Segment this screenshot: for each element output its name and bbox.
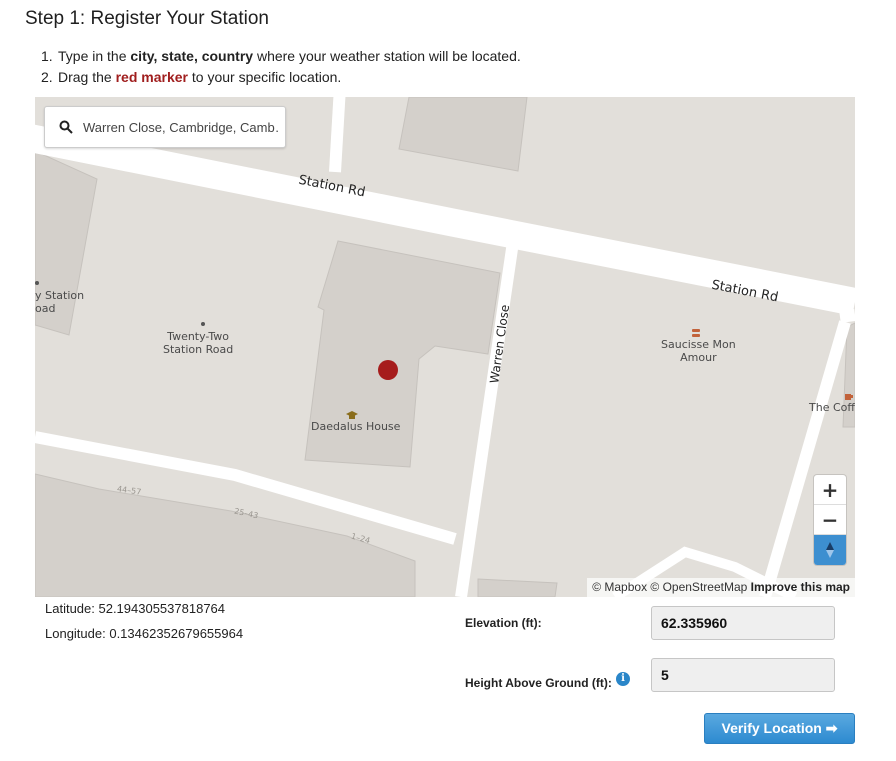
longitude-text: Longitude: 0.13462352679655964 [45, 626, 244, 641]
station-location-marker[interactable] [378, 360, 398, 380]
page-title: Step 1: Register Your Station [25, 8, 269, 29]
location-search-input[interactable] [83, 119, 278, 135]
poi-label-station-road-left: y Station oad [35, 289, 85, 315]
verify-location-button[interactable]: Verify Location ➡ [704, 713, 855, 744]
height-above-ground-field[interactable]: 5 [651, 658, 835, 692]
attribution-text[interactable]: © Mapbox © OpenStreetMap [592, 580, 747, 594]
location-search[interactable] [44, 106, 286, 148]
poi-label-saucisse: Saucisse Mon Amour [661, 338, 736, 364]
info-icon[interactable]: i [616, 672, 630, 686]
poi-label-coffee: The Coffe [809, 401, 855, 414]
poi-label-twenty-two: Twenty-Two Station Road [163, 330, 234, 356]
zoom-out-button[interactable]: − [814, 505, 846, 535]
elevation-label: Elevation (ft): [465, 616, 542, 630]
instructions-list: 1. Type in the city, state, country where… [41, 46, 521, 88]
zoom-in-button[interactable]: + [814, 475, 846, 505]
step-number: 1. [41, 48, 53, 64]
improve-map-link[interactable]: Improve this map [751, 580, 850, 594]
zoom-controls: + − [814, 475, 846, 565]
emphasis-text: city, state, country [130, 48, 254, 64]
elevation-field[interactable]: 62.335960 [651, 606, 835, 640]
search-icon [59, 120, 73, 134]
red-marker-text: red marker [115, 69, 188, 85]
map-attribution: © Mapbox © OpenStreetMap Improve this ma… [587, 578, 855, 597]
instruction-step-1: 1. Type in the city, state, country where… [41, 46, 521, 67]
compass-button[interactable] [814, 535, 846, 565]
poi-label-daedalus-house: Daedalus House [311, 420, 401, 433]
height-label: Height Above Ground (ft): [465, 676, 612, 690]
map-view[interactable]: Station Rd Station Rd Warren Close Twent… [35, 97, 855, 597]
compass-icon [826, 542, 834, 558]
instruction-step-2: 2. Drag the red marker to your specific l… [41, 67, 521, 88]
latitude-text: Latitude: 52.194305537818764 [45, 601, 226, 616]
step-number: 2. [41, 69, 53, 85]
